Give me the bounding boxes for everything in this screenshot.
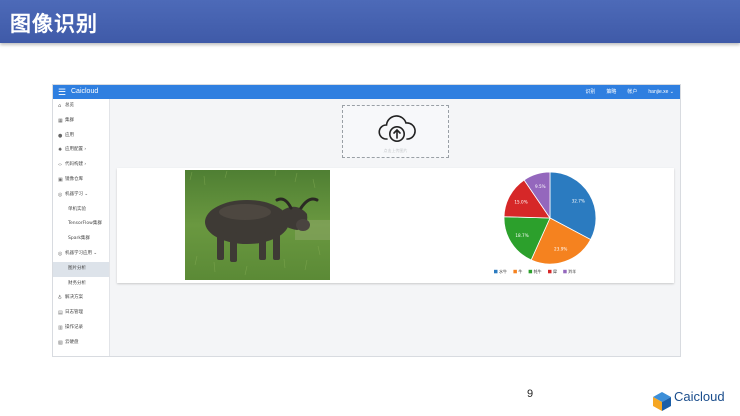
sidebar-item-label: 图片分析 [68, 265, 86, 271]
result-card: 32.7% 23.9% 18.7% 15.0% 9.5% 水牛 牛 牦牛 犀 羚羊 [117, 168, 674, 283]
sidebar: ⌂ 总览 ▦ 集群 ● 应用 ✹ 应用配置 › ‹› 代码构建 › ▣ 镜像仓库 ◎ 机器学习 ⌄ 单机实验… [53, 99, 110, 356]
pie-value-label: 9.5% [535, 184, 546, 189]
disk-icon: ▧ [58, 339, 63, 346]
record-icon: ▥ [58, 324, 63, 331]
upload-dropzone[interactable]: 点击上传图片 [342, 105, 449, 158]
sidebar-item-label: 总览 [65, 103, 74, 108]
slide-title: 图像识别 [10, 12, 98, 36]
sidebar-item-label: 云硬盘 [65, 339, 79, 345]
sidebar-item-label: 应用配置 › [65, 147, 87, 153]
sidebar-item-label: 集群 [65, 117, 74, 123]
page-number: 9 [527, 388, 534, 400]
pie-value-label: 23.9% [554, 247, 567, 252]
legend-swatch [563, 269, 567, 274]
legend-swatch [494, 269, 498, 274]
cloud-upload-icon [378, 115, 416, 142]
ml-icon: ◎ [58, 191, 63, 198]
sidebar-item[interactable]: ♁ 解决方案 [53, 291, 109, 306]
sidebar-item-label: 单机实验 [68, 206, 86, 212]
sidebar-item-label: Spark集群 [68, 236, 90, 242]
sidebar-item-label: 机器学习 ⌄ [65, 191, 89, 197]
sidebar-item-label: 财务分析 [68, 280, 86, 286]
app-topbar: ☰ Caicloud 识别 策略 帐户 hanjie.xe ⌄ [53, 85, 680, 99]
home-icon: ⌂ [58, 103, 62, 109]
repo-icon: ▣ [58, 176, 63, 183]
legend-label: 犀 [553, 269, 557, 274]
sidebar-item[interactable]: TensorFlow集群 [53, 217, 109, 232]
top-nav-item[interactable]: hanjie.xe ⌄ [648, 87, 674, 97]
app-window: ☰ Caicloud 识别 策略 帐户 hanjie.xe ⌄ ⌂ 总览 ▦ 集群 ● 应用 ✹ 应… [52, 84, 681, 357]
sidebar-item-label: 应用 [65, 132, 74, 138]
legend-label: 水牛 [499, 268, 507, 274]
legend-swatch [528, 269, 533, 274]
sidebar-item[interactable]: ▦ 集群 [53, 114, 109, 129]
legend-swatch [513, 269, 517, 274]
sidebar-item[interactable]: ◎ 机器学习应用 ⌄ [53, 247, 109, 262]
log-icon: ▤ [58, 310, 63, 317]
pie-chart: 32.7% 23.9% 18.7% 15.0% 9.5% 水牛 牛 牦牛 犀 羚羊 [494, 171, 597, 274]
sidebar-item[interactable]: ⌂ 总览 [53, 99, 109, 114]
pie-value-label: 18.7% [515, 233, 528, 238]
hamburger-menu-icon[interactable]: ☰ [58, 87, 66, 97]
sidebar-item[interactable]: ▧ 云硬盘 [53, 336, 109, 351]
sidebar-item-label: 代码构建 › [65, 162, 87, 168]
sidebar-item-label: 解决方案 [65, 295, 83, 301]
ml-app-icon: ◎ [58, 250, 63, 257]
sidebar-item[interactable]: ▥ 操作记录 [53, 321, 109, 336]
app-icon: ● [58, 132, 63, 139]
logo-text: Caicloud [674, 389, 725, 404]
logo-cube-icon [653, 392, 671, 411]
top-nav-item[interactable]: 策略 [606, 87, 616, 97]
legend-label: 羚羊 [568, 268, 576, 274]
slide-header: 图像识别 [0, 0, 740, 43]
legend-swatch [548, 269, 552, 274]
caicloud-logo: Caicloud [651, 389, 737, 413]
config-icon: ✹ [58, 147, 63, 154]
sidebar-item-label: 操作记录 [65, 324, 83, 330]
pie-value-label: 15.0% [514, 200, 527, 205]
sidebar-item[interactable]: ‹› 代码构建 › [53, 158, 109, 173]
sidebar-item[interactable]: ✹ 应用配置 › [53, 143, 109, 158]
sidebar-item[interactable]: 单机实验 [53, 203, 109, 218]
cluster-icon: ▦ [58, 117, 63, 124]
app-brand: Caicloud [71, 88, 99, 95]
top-nav: 识别 策略 帐户 hanjie.xe ⌄ [585, 87, 674, 97]
sidebar-item-label: 日志管理 [65, 310, 83, 316]
sidebar-item-label: 镜像仓库 [65, 176, 83, 182]
main-content: 点击上传图片 32.7% 23.9% 18.7% 15.0% 9.5% 水牛 牛… [110, 99, 680, 356]
sidebar-item[interactable]: ◎ 机器学习 ⌄ [53, 188, 109, 203]
uploaded-photo [185, 170, 330, 280]
sidebar-item-label: TensorFlow集群 [68, 221, 102, 227]
sidebar-item[interactable]: 图片分析 [53, 261, 109, 277]
legend-label: 牛 [518, 268, 522, 274]
sidebar-item[interactable]: Spark集群 [53, 232, 109, 247]
top-nav-item[interactable]: 帐户 [627, 87, 637, 97]
solution-icon: ♁ [58, 295, 62, 302]
sidebar-item[interactable]: ▤ 日志管理 [53, 306, 109, 321]
code-icon: ‹› [58, 162, 62, 169]
sidebar-item[interactable]: ▣ 镜像仓库 [53, 173, 109, 188]
sidebar-item[interactable]: ● 应用 [53, 129, 109, 144]
sidebar-item[interactable]: 财务分析 [53, 277, 109, 292]
upload-hint: 点击上传图片 [383, 148, 408, 153]
pie-value-label: 32.7% [572, 198, 585, 203]
legend-label: 牦牛 [534, 268, 542, 274]
sidebar-item-label: 机器学习应用 ⌄ [65, 250, 98, 256]
top-nav-item[interactable]: 识别 [585, 87, 595, 97]
